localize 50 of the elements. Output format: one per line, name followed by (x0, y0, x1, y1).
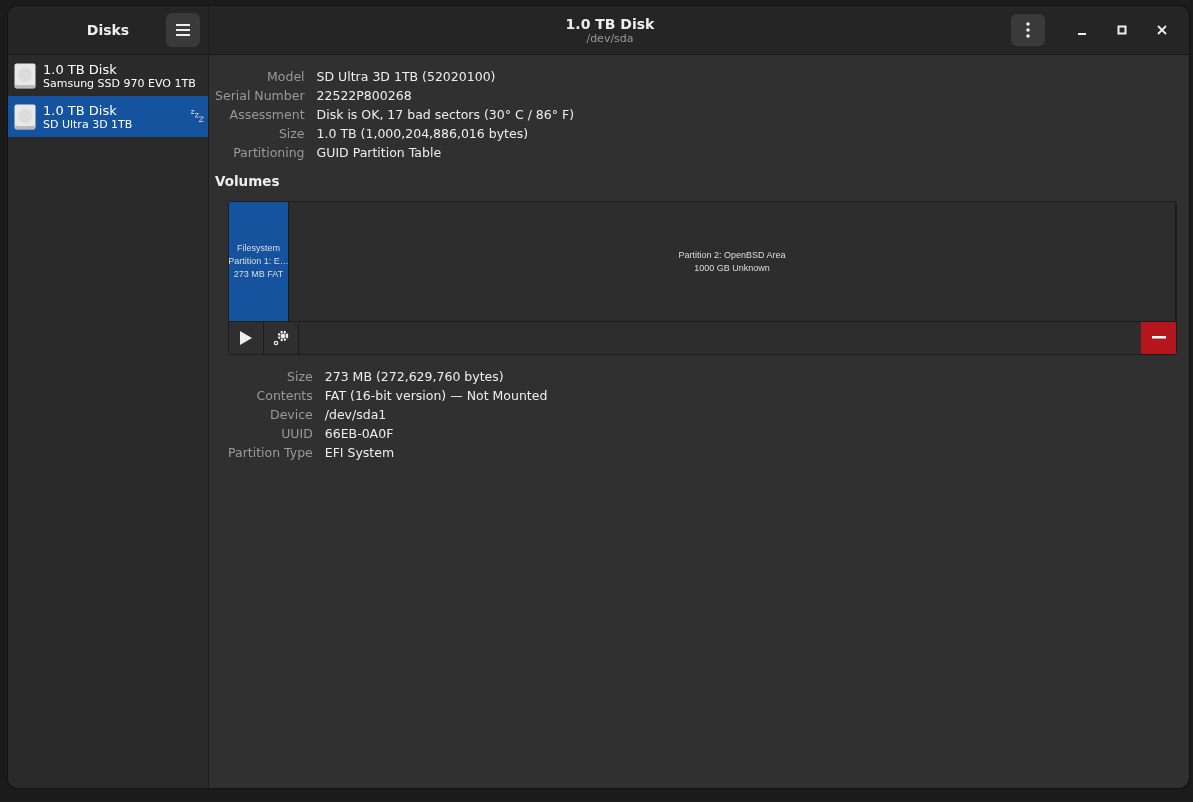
detail-value: GUID Partition Table (316, 145, 443, 161)
detail-label: UUID (280, 426, 313, 442)
detail-label: Serial Number (215, 88, 305, 104)
minimize-icon (1078, 33, 1086, 35)
detail-label: Model (266, 69, 305, 85)
partition-label: Partition 2: OpenBSD Area (678, 248, 786, 262)
window-title: 1.0 TB Disk (565, 15, 655, 32)
partition-label: Partition 1: E… (228, 255, 289, 268)
minus-icon (1151, 336, 1166, 340)
partition-label: 1000 GB Unknown (694, 261, 770, 275)
sidebar-title: Disks (86, 22, 130, 38)
play-button[interactable] (229, 322, 264, 354)
settings-icon (273, 330, 289, 346)
partition-block[interactable]: Filesystem Partition 1: E… 273 MB FAT (229, 202, 289, 321)
detail-label: Size (286, 369, 313, 385)
partition-label: Filesystem (237, 242, 280, 255)
drive-icon (14, 62, 36, 89)
disk-item[interactable]: 1.0 TB Disk SD Ultra 3D 1TB (8, 96, 208, 137)
detail-label: Device (269, 407, 313, 423)
section-title: Volumes (215, 173, 281, 189)
detail-value: 22522P800268 (316, 88, 413, 104)
detail-label: Contents (255, 388, 313, 404)
window-subtitle: /dev/sda (586, 31, 634, 45)
detail-label: Partitioning (232, 145, 305, 161)
detail-value: 66EB-0A0F (324, 426, 395, 442)
more-button[interactable] (1011, 14, 1045, 46)
delete-button[interactable] (1141, 322, 1176, 354)
close-icon (1157, 25, 1167, 35)
detail-label: Assessment (228, 107, 305, 123)
detail-value: 1.0 TB (1,000,204,886,016 bytes) (316, 126, 530, 142)
disk-item[interactable]: 1.0 TB Disk Samsung SSD 970 EVO 1TB (8, 55, 208, 96)
disk-model: SD Ultra 3D 1TB (43, 117, 133, 131)
detail-value: /dev/sda1 (324, 407, 388, 423)
play-icon (240, 331, 252, 345)
detail-value: SD Ultra 3D 1TB (52020100) (316, 69, 497, 85)
more-icon (1026, 22, 1030, 38)
detail-label: Size (277, 126, 305, 142)
detail-label: Partition Type (228, 445, 313, 461)
detail-value: EFI System (324, 445, 396, 461)
menu-button[interactable] (166, 13, 200, 47)
detail-value: FAT (16-bit version) — Not Mounted (324, 388, 549, 404)
detail-value: 273 MB (272,629,760 bytes) (324, 369, 505, 385)
disk-name: 1.0 TB Disk (43, 61, 118, 77)
partition-label: 273 MB FAT (233, 268, 284, 281)
detail-value: Disk is OK, 17 bad sectors (30° C / 86° F) (316, 107, 576, 123)
maximize-icon (1117, 25, 1127, 35)
disk-model: Samsung SSD 970 EVO 1TB (43, 76, 196, 90)
menu-icon (176, 24, 190, 36)
drive-icon (14, 103, 36, 130)
disk-name: 1.0 TB Disk (43, 102, 118, 118)
